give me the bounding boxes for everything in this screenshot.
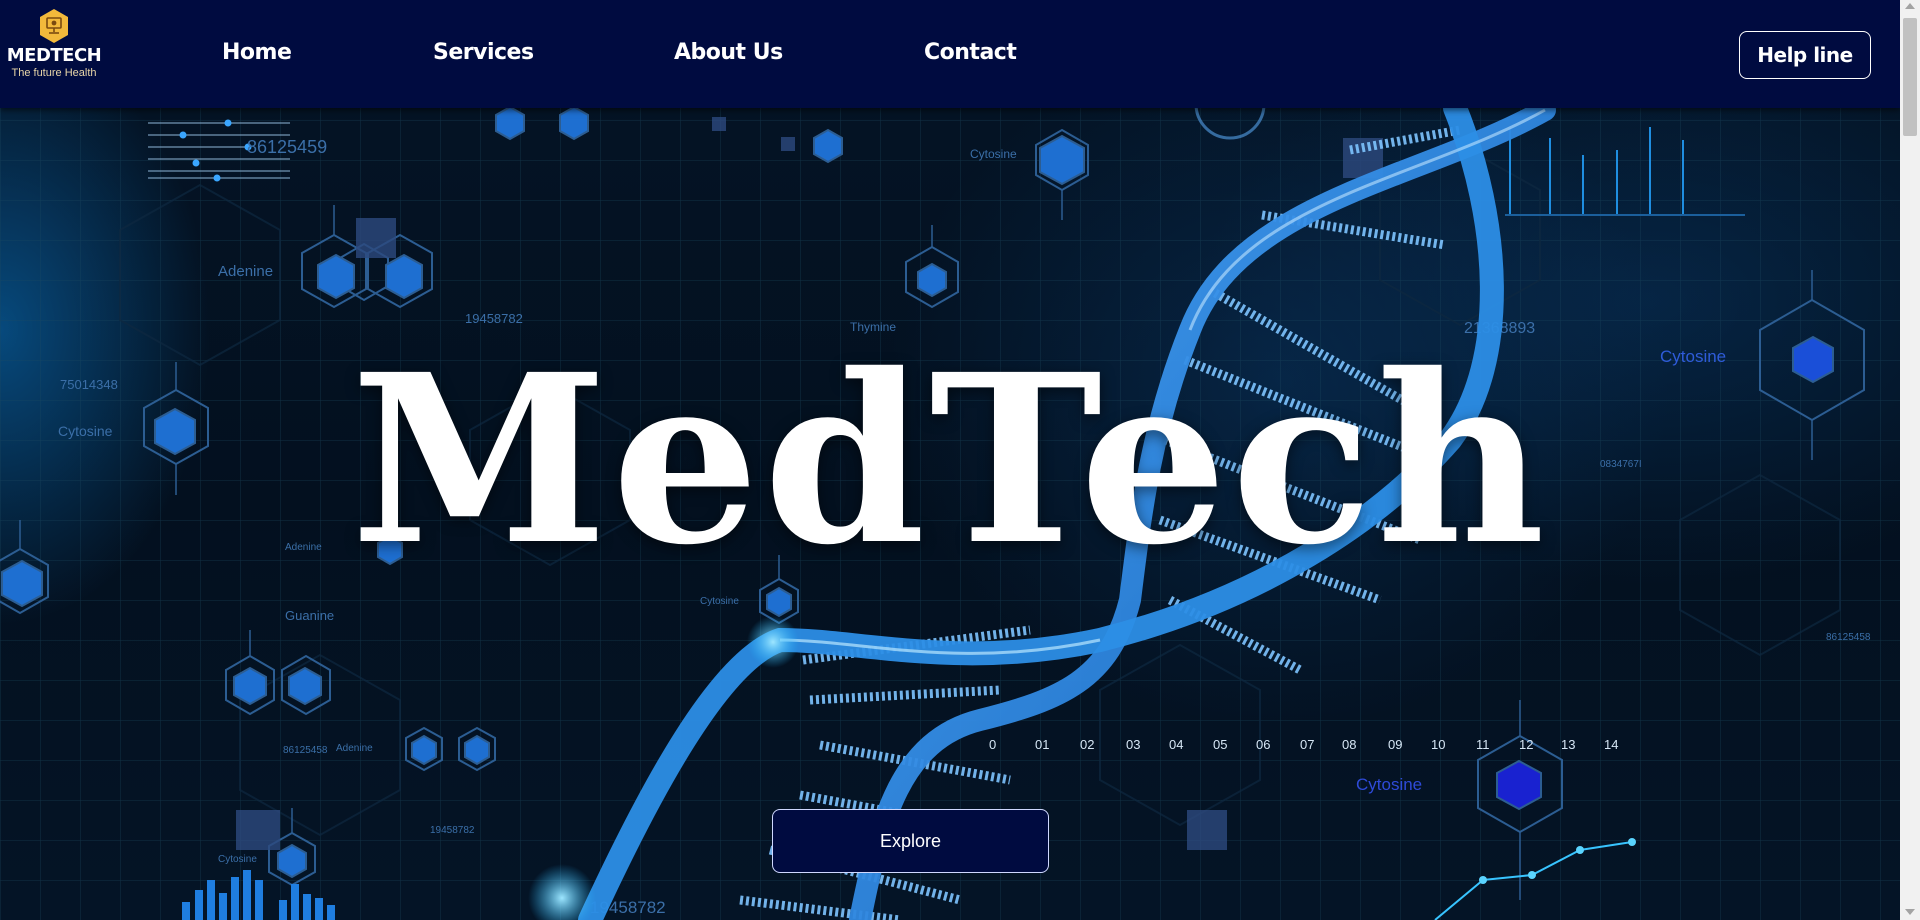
axis-tick-label: 0 xyxy=(989,737,996,752)
axis-tick-label: 02 xyxy=(1080,737,1094,752)
code-label-7: 86125458 xyxy=(283,745,328,756)
hexagon-monitor-icon xyxy=(40,9,68,43)
nav-contact[interactable]: Contact xyxy=(924,40,1017,65)
hero-section: Adenine Cytosine Cytosine Thymine Guanin… xyxy=(0,0,1900,920)
axis-tick-label: 05 xyxy=(1213,737,1227,752)
axis-tick-label: 12 xyxy=(1519,737,1533,752)
brand-name: MEDTECH xyxy=(6,45,102,66)
brand-logo[interactable]: MEDTECH The future Health xyxy=(7,8,102,98)
label-cytosine-small: Cytosine xyxy=(700,596,739,607)
nav-services[interactable]: Services xyxy=(433,40,534,65)
code-label-8: 19458782 xyxy=(430,825,475,836)
page-scrollbar[interactable] xyxy=(1900,0,1920,920)
axis-tick-label: 01 xyxy=(1035,737,1049,752)
code-label-5: 86125458 xyxy=(1826,632,1871,643)
axis-tick-label: 06 xyxy=(1256,737,1270,752)
nav-home[interactable]: Home xyxy=(222,40,292,65)
axis-tick-row: 0 01 02 03 04 05 06 07 08 09 10 11 12 13 14 xyxy=(989,737,1618,752)
scroll-down-arrow-icon[interactable] xyxy=(1905,909,1915,915)
axis-tick-label: 11 xyxy=(1476,737,1490,752)
brand-tagline: The future Health xyxy=(11,67,97,79)
axis-tick-label: 10 xyxy=(1431,737,1445,752)
nav-about-us[interactable]: About Us xyxy=(674,40,783,65)
axis-tick-label: 04 xyxy=(1169,737,1183,752)
axis-tick-label: 13 xyxy=(1561,737,1575,752)
page: Adenine Cytosine Cytosine Thymine Guanin… xyxy=(0,0,1920,920)
label-guanine: Guanine xyxy=(285,608,334,623)
helpline-button[interactable]: Help line xyxy=(1739,31,1871,79)
code-label-1: 86125459 xyxy=(247,137,327,157)
axis-tick-label: 03 xyxy=(1126,737,1140,752)
label-adenine: Adenine xyxy=(218,263,273,280)
label-adenine-bottom: Adenine xyxy=(336,743,373,754)
hero-title: MedTech xyxy=(350,323,1550,596)
label-cytosine-bottom-left: Cytosine xyxy=(218,854,257,865)
label-cytosine-bottom: Cytosine xyxy=(1356,775,1422,794)
explore-button[interactable]: Explore xyxy=(772,809,1049,873)
label-cytosine-top: Cytosine xyxy=(970,147,1017,161)
axis-tick-label: 09 xyxy=(1388,737,1402,752)
axis-tick-label: 08 xyxy=(1342,737,1356,752)
axis-tick-label: 14 xyxy=(1604,737,1618,752)
axis-tick-label: 07 xyxy=(1300,737,1314,752)
scroll-up-arrow-icon[interactable] xyxy=(1905,3,1915,9)
scrollbar-thumb[interactable] xyxy=(1903,18,1917,136)
top-navbar: MEDTECH The future Health Home Services … xyxy=(0,0,1900,108)
